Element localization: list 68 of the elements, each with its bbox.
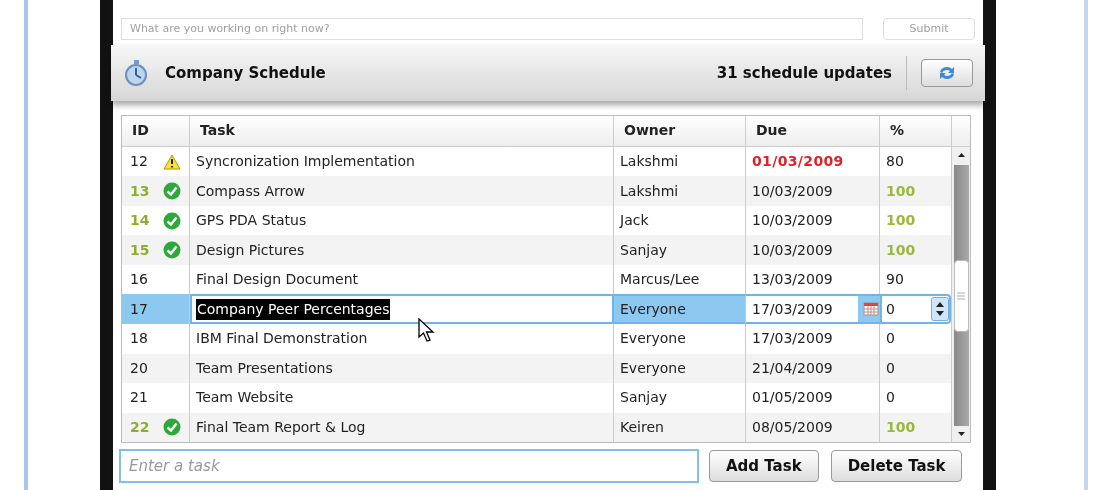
table-cell-text: 20 (130, 358, 148, 378)
table-cell-text: 14 (130, 211, 150, 231)
table-row[interactable]: 13 Compass Arrow Lakshmi 10/03/2009 100 (122, 176, 951, 206)
table-cell-text: 0 (886, 388, 895, 408)
table-cell-text: 100 (886, 211, 916, 231)
table-cell-text: 16 (130, 270, 148, 290)
action-button[interactable]: Delete Task (830, 450, 963, 482)
table-cell-text: 100 (886, 181, 916, 201)
table-row[interactable]: 15 Design Pictures Sanjay 10/03/2009 100 (122, 235, 951, 265)
table-row[interactable]: 20 Team Presentations Everyone 21/04/2009 0 (122, 353, 951, 384)
table-cell-text: 01/03/2009 (752, 152, 844, 172)
table-cell-text: 15 (130, 240, 150, 260)
refresh-icon (937, 64, 957, 82)
table-cell-text: 80 (886, 152, 904, 172)
check-icon (163, 418, 181, 437)
table-cell-text: 0 (886, 358, 895, 378)
table-cell: Sanjay (614, 383, 746, 413)
table-cell: Compass Arrow (190, 176, 614, 206)
table-cell-text: 100 (886, 240, 916, 260)
table-cell-text: 17/03/2009 (752, 329, 833, 349)
table-cell: Everyone (614, 294, 746, 324)
schedule-title: Company Schedule (165, 62, 326, 84)
column-header[interactable]: Due (746, 116, 880, 146)
table-cell-text: 18 (130, 329, 148, 349)
table-cell-text: 10/03/2009 (752, 181, 833, 201)
table-cell: Keiren (614, 412, 746, 443)
column-header[interactable]: Task (190, 116, 614, 146)
grip-icon (957, 291, 965, 301)
table-cell-text: 13/03/2009 (752, 270, 833, 290)
table-cell: Team Website (190, 383, 614, 413)
table-cell-text: 12 (130, 152, 148, 172)
table-cell-text: 100 (886, 417, 916, 437)
table-cell: Sanjay (614, 235, 746, 265)
column-header[interactable]: ID (122, 116, 190, 146)
table-row[interactable]: 22 Final Team Report & Log Keiren 08/05/2009 100 (122, 412, 951, 443)
table-cell-text: 17 (130, 299, 148, 319)
table-cell-text: 90 (886, 270, 904, 290)
check-icon (163, 211, 181, 230)
table-cell-text: 0 (886, 329, 895, 349)
date-field[interactable]: 17/03/2009 (746, 296, 858, 322)
table-cell: Design Pictures (190, 235, 614, 265)
selected-row[interactable]: 17 Company Peer Percentages Everyone 17/03/2009 0 (122, 294, 951, 324)
updates-count: 31 schedule updates (716, 56, 907, 90)
table-cell-text: 13 (130, 181, 150, 201)
table-cell: Final Team Report & Log (190, 412, 614, 443)
table-cell: Everyone (614, 324, 746, 354)
scroll-thumb[interactable] (953, 260, 969, 332)
check-icon (163, 182, 181, 201)
table-cell-text: 01/05/2009 (752, 388, 833, 408)
table-cell: Lakshmi (614, 176, 746, 206)
table-cell-text: 10/03/2009 (752, 240, 833, 260)
table-cell-text: 08/05/2009 (752, 417, 833, 437)
column-header[interactable]: Owner (614, 116, 746, 146)
calendar-icon[interactable] (863, 302, 879, 317)
refresh-button[interactable] (921, 59, 973, 87)
column-header[interactable]: % (880, 116, 951, 146)
table-cell-text: 21/04/2009 (752, 358, 833, 378)
spinner-icon[interactable] (931, 297, 949, 322)
selected-text[interactable]: Company Peer Percentages (196, 298, 391, 320)
table-cell-text: 10/03/2009 (752, 211, 833, 231)
table-cell-text: 22 (130, 417, 150, 437)
action-button[interactable]: Add Task (709, 450, 819, 482)
table-cell-text: 21 (130, 388, 148, 408)
scrollbar[interactable] (951, 116, 970, 442)
stopwatch-icon (123, 59, 149, 87)
number-field[interactable]: 0 (886, 298, 895, 320)
check-icon (163, 241, 181, 260)
warning-icon (163, 153, 181, 170)
